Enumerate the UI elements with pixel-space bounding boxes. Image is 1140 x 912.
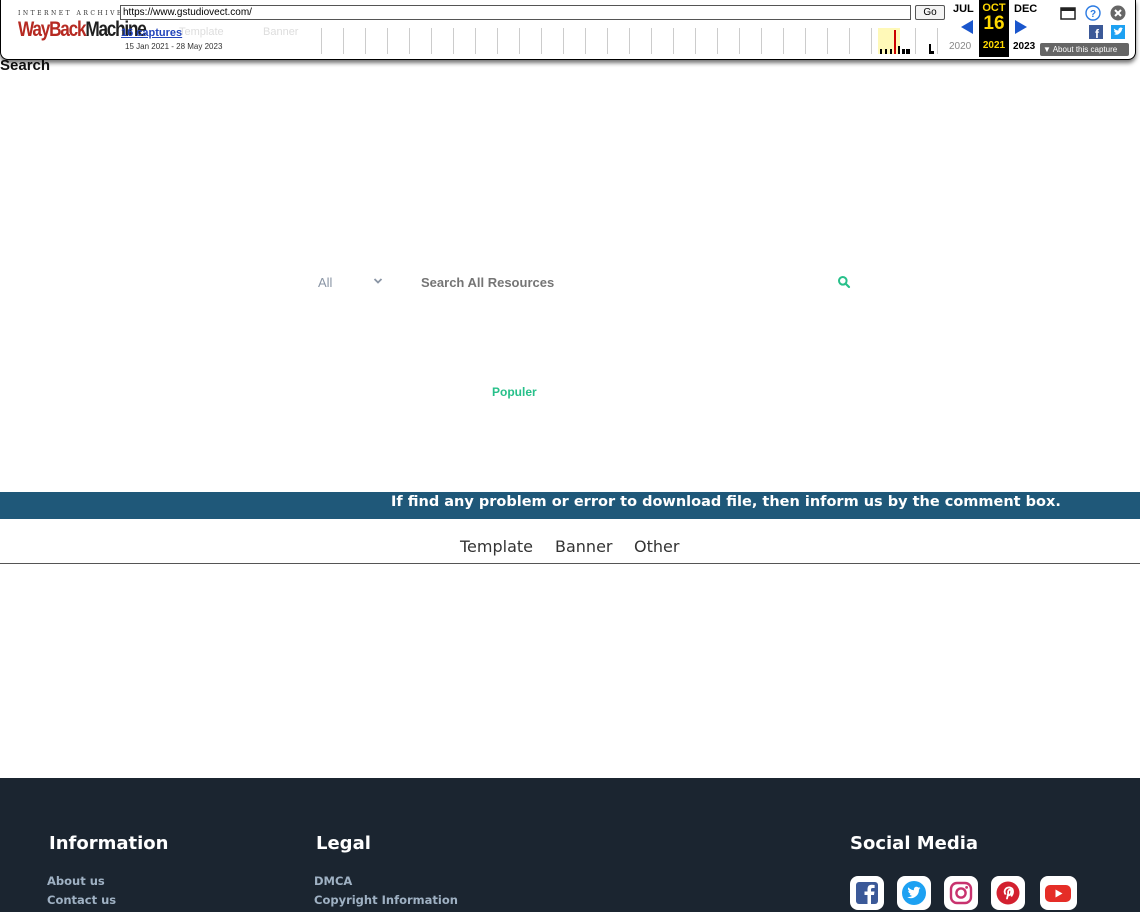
prev-year-label[interactable]: 2020 [949, 41, 971, 52]
capture-sparkline[interactable] [321, 28, 945, 54]
search-input[interactable] [421, 275, 821, 290]
sparkline-bar [880, 49, 882, 54]
ghost-banner-menu: Banner [263, 26, 299, 38]
notice-text: If find any problem or error to download… [391, 494, 1061, 510]
footer-information-heading: Information [49, 833, 169, 854]
close-icon[interactable] [1110, 5, 1126, 21]
sparkline-bar [906, 49, 910, 54]
twitter-icon[interactable] [897, 876, 931, 910]
footer-legal-heading: Legal [316, 833, 371, 854]
footer-link-copyright[interactable]: Copyright Information [314, 893, 458, 907]
chevron-down-icon[interactable] [372, 275, 384, 287]
sparkline-bar [898, 46, 900, 54]
ghost-template-menu: Template [179, 26, 224, 38]
calendar-navigator: JUL OCT 16 2021 DEC 2020 2023 [947, 0, 1039, 58]
sparkline-bar [890, 49, 892, 54]
sparkline-bar [885, 49, 887, 54]
instagram-icon[interactable] [944, 876, 978, 910]
wayback-url-input[interactable]: https://www.gstudiovect.com/ [120, 5, 911, 20]
notice-banner: If find any problem or error to download… [0, 492, 1140, 519]
category-select[interactable]: All [318, 275, 332, 290]
search-bar: All [305, 266, 865, 300]
wayback-go-button[interactable]: Go [915, 5, 945, 20]
populer-label[interactable]: Populer [492, 385, 537, 399]
internet-archive-label: INTERNET ARCHIVE [18, 10, 124, 17]
nav-banner[interactable]: Banner [555, 537, 612, 556]
youtube-icon[interactable] [1040, 876, 1077, 910]
svg-text:?: ? [1090, 9, 1096, 20]
current-capture-date: OCT 16 2021 [979, 0, 1009, 57]
footer-link-about[interactable]: About us [47, 874, 105, 888]
wayback-machine-wordmark: WayBackMachine [18, 18, 147, 41]
captures-link[interactable]: 16 captures [121, 27, 182, 39]
next-month-label[interactable]: DEC [1014, 3, 1037, 15]
sparkline-bar [931, 51, 934, 54]
category-nav: Template Banner Other [0, 519, 1140, 564]
footer-social-heading: Social Media [850, 833, 979, 854]
window-icon[interactable] [1060, 7, 1076, 20]
sparkline-bar [902, 49, 905, 54]
nav-other[interactable]: Other [634, 537, 679, 556]
nav-template[interactable]: Template [460, 537, 533, 556]
footer-link-dmca[interactable]: DMCA [314, 874, 352, 888]
facebook-icon[interactable] [850, 876, 884, 910]
footer-link-contact[interactable]: Contact us [47, 893, 116, 907]
next-capture-arrow-icon[interactable] [1015, 20, 1027, 34]
prev-capture-arrow-icon[interactable] [961, 20, 973, 34]
sparkline-current-bar [894, 30, 896, 54]
wayback-logo[interactable]: INTERNET ARCHIVE WayBackMachine [18, 10, 147, 41]
help-icon[interactable]: ? [1085, 5, 1101, 21]
capture-date-range: 15 Jan 2021 - 28 May 2023 [125, 42, 223, 51]
pinterest-icon[interactable] [991, 876, 1025, 910]
next-year-label[interactable]: 2023 [1013, 41, 1035, 52]
facebook-share-icon[interactable]: f [1089, 25, 1103, 39]
prev-month-label[interactable]: JUL [953, 3, 974, 15]
twitter-share-icon[interactable] [1111, 25, 1125, 39]
site-footer: Information About us Contact us Legal DM… [0, 778, 1140, 912]
search-icon[interactable] [837, 275, 851, 289]
wayback-toolbar: INTERNET ARCHIVE WayBackMachine https://… [0, 0, 1136, 60]
about-capture-button[interactable]: ▼ About this capture [1040, 43, 1129, 56]
